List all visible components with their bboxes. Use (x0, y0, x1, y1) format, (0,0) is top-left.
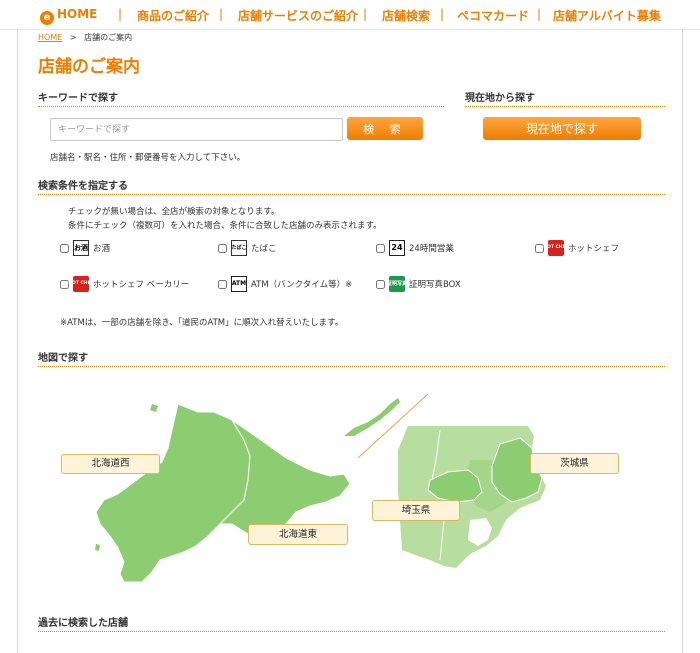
history-heading: 過去に検索した店舗 (38, 614, 665, 632)
map-label-saitama[interactable]: 埼玉県 (372, 500, 460, 521)
page: e HOME | 商品のご紹介 | 店舗サービスのご紹介 | 店舗検索 | ペコマ… (0, 0, 700, 653)
hokkaido-west-island (150, 404, 158, 412)
map-label-hokkaido-east[interactable]: 北海道東 (248, 524, 348, 545)
map-label-hokkaido-west[interactable]: 北海道西 (61, 454, 160, 474)
hokkaido-west-island (95, 544, 100, 551)
kuril-island (344, 398, 400, 436)
map-svg (95, 393, 546, 583)
hokkaido-west-region[interactable] (95, 403, 251, 583)
map-label-ibaraki[interactable]: 茨城県 (530, 453, 619, 474)
